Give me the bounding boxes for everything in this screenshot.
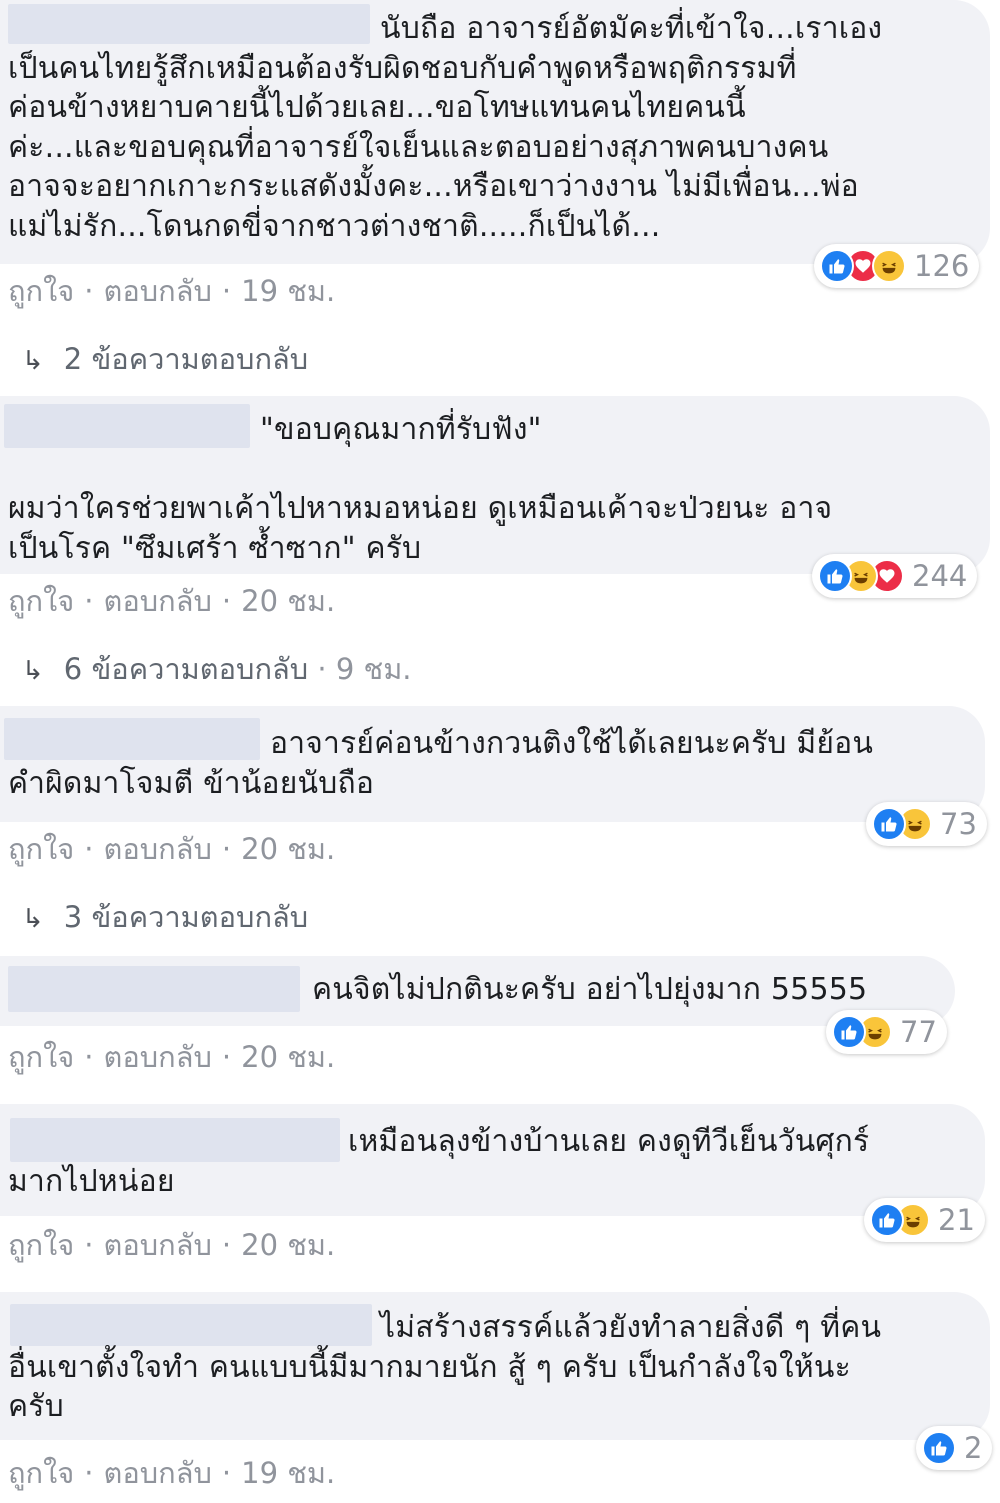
reaction-count: 126 (914, 249, 970, 283)
comment-actions: ถูกใจ · ตอบกลับ · 20 ชม. (8, 578, 335, 624)
separator: · (221, 1228, 232, 1262)
reply-link[interactable]: ตอบกลับ (104, 1222, 212, 1268)
replies-time: 9 ชม. (335, 652, 412, 686)
timestamp[interactable]: 20 ชม. (241, 1222, 335, 1268)
reaction-summary[interactable]: 77 (826, 1010, 947, 1054)
separator: · (84, 832, 94, 866)
like-link[interactable]: ถูกใจ (8, 578, 74, 624)
separator: · (84, 1456, 94, 1490)
comment-actions: ถูกใจ · ตอบกลับ · 19 ชม. (8, 268, 335, 314)
like-icon (832, 1015, 866, 1049)
like-link[interactable]: ถูกใจ (8, 1034, 74, 1080)
timestamp[interactable]: 20 ชม. (241, 578, 335, 624)
comment-text: "ขอบคุณมากที่รับฟัง" ผมว่าใครช่วยพาเค้าไ… (8, 412, 833, 566)
like-icon (820, 249, 854, 283)
reply-link[interactable]: ตอบกลับ (104, 1450, 212, 1496)
separator: · (84, 584, 94, 618)
comment-bubble: คนจิตไม่ปกตินะครับ อย่าไปยุ่งมาก 55555 (0, 956, 955, 1026)
reaction-summary[interactable]: 21 (864, 1198, 985, 1242)
reaction-summary[interactable]: 244 (812, 554, 978, 598)
separator: · (84, 1228, 94, 1262)
like-link[interactable]: ถูกใจ (8, 1450, 74, 1496)
separator: · (308, 652, 336, 686)
separator: · (221, 274, 232, 308)
like-link[interactable]: ถูกใจ (8, 826, 74, 872)
separator: · (221, 1456, 232, 1490)
reaction-summary[interactable]: 126 (814, 244, 980, 288)
like-link[interactable]: ถูกใจ (8, 268, 74, 314)
comment-text: เหมือนลุงข้างบ้านเลย คงดูทีวีเย็นวันศุกร… (8, 1124, 870, 1199)
replies-count: 3 ข้อความตอบกลับ (63, 900, 309, 934)
timestamp[interactable]: 19 ชม. (241, 1450, 335, 1496)
reaction-count: 21 (938, 1203, 975, 1237)
like-icon (818, 559, 852, 593)
comment-actions: ถูกใจ · ตอบกลับ · 19 ชม. (8, 1450, 335, 1496)
reply-arrow-icon: ↳ (22, 346, 44, 376)
like-icon (870, 1203, 904, 1237)
haha-icon (872, 249, 906, 283)
comment-bubble: ไม่สร้างสรรค์แล้วยังทำลายสิ่งดี ๆ ที่คน … (0, 1292, 990, 1440)
replies-count: 6 ข้อความตอบกลับ (63, 652, 309, 686)
separator: · (84, 1040, 94, 1074)
reaction-count: 77 (900, 1015, 937, 1049)
reply-link[interactable]: ตอบกลับ (104, 268, 212, 314)
reaction-summary[interactable]: 2 (916, 1426, 993, 1470)
view-replies-link[interactable]: ↳ 3 ข้อความตอบกลับ (22, 894, 308, 940)
separator: · (221, 1040, 232, 1074)
separator: · (221, 584, 232, 618)
replies-count: 2 ข้อความตอบกลับ (63, 342, 309, 376)
comment-actions: ถูกใจ · ตอบกลับ · 20 ชม. (8, 1034, 335, 1080)
reaction-count: 244 (912, 559, 968, 593)
reply-arrow-icon: ↳ (22, 656, 44, 686)
comment-text: อาจารย์ค่อนข้างกวนติงใช้ได้เลยนะครับ มีย… (8, 726, 874, 801)
separator: · (84, 274, 94, 308)
reaction-count: 73 (940, 807, 977, 841)
like-icon (922, 1431, 956, 1465)
timestamp[interactable]: 20 ชม. (241, 1034, 335, 1080)
timestamp[interactable]: 19 ชม. (241, 268, 335, 314)
reply-link[interactable]: ตอบกลับ (104, 578, 212, 624)
view-replies-link[interactable]: ↳ 6 ข้อความตอบกลับ · 9 ชม. (22, 646, 412, 692)
reaction-count: 2 (964, 1431, 983, 1465)
view-replies-link[interactable]: ↳ 2 ข้อความตอบกลับ (22, 336, 308, 382)
reply-link[interactable]: ตอบกลับ (104, 826, 212, 872)
comment-actions: ถูกใจ · ตอบกลับ · 20 ชม. (8, 1222, 335, 1268)
like-link[interactable]: ถูกใจ (8, 1222, 74, 1268)
like-icon (872, 807, 906, 841)
comment-text: นับถือ อาจารย์อัตมัคะที่เข้าใจ...เราเอง … (8, 11, 883, 244)
reply-arrow-icon: ↳ (22, 904, 44, 934)
reaction-summary[interactable]: 73 (866, 802, 987, 846)
comment-actions: ถูกใจ · ตอบกลับ · 20 ชม. (8, 826, 335, 872)
comment-bubble: นับถือ อาจารย์อัตมัคะที่เข้าใจ...เราเอง … (0, 0, 990, 264)
comment-text: ไม่สร้างสรรค์แล้วยังทำลายสิ่งดี ๆ ที่คน … (8, 1310, 882, 1424)
comment-bubble: "ขอบคุณมากที่รับฟัง" ผมว่าใครช่วยพาเค้าไ… (0, 396, 990, 574)
timestamp[interactable]: 20 ชม. (241, 826, 335, 872)
separator: · (221, 832, 232, 866)
comment-text: คนจิตไม่ปกตินะครับ อย่าไปยุ่งมาก 55555 (312, 972, 868, 1007)
comment-bubble: อาจารย์ค่อนข้างกวนติงใช้ได้เลยนะครับ มีย… (0, 706, 985, 822)
comment-bubble: เหมือนลุงข้างบ้านเลย คงดูทีวีเย็นวันศุกร… (0, 1104, 985, 1216)
reply-link[interactable]: ตอบกลับ (104, 1034, 212, 1080)
